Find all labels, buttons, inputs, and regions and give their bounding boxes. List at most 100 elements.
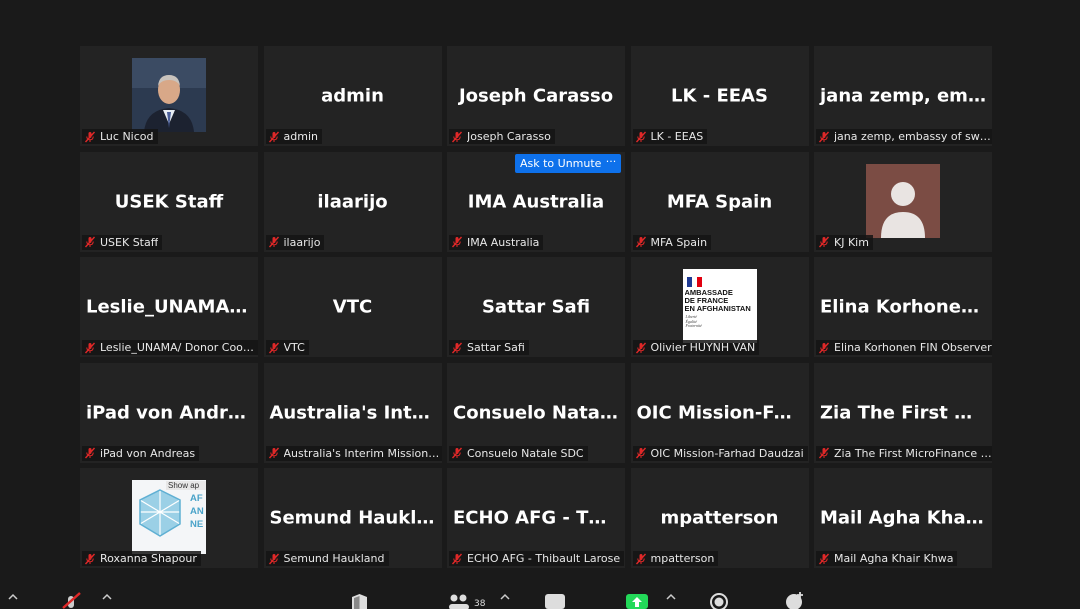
meeting-toolbar: 38 (0, 590, 1080, 609)
participant-name-label: jana zemp, embassy of switzerland (816, 129, 992, 144)
microphone-muted-icon (451, 131, 463, 142)
participant-tile[interactable]: Joseph Carasso Joseph Carasso (447, 46, 625, 146)
record-icon[interactable] (710, 593, 728, 609)
participant-display-name: mpatterson (660, 507, 779, 529)
participant-display-name: Joseph Carasso (458, 85, 614, 107)
participant-tile[interactable]: admin admin (263, 46, 442, 146)
participant-display-name: Zia The First MicroFinance Bank (820, 402, 992, 423)
participant-tile[interactable]: OIC Mission-Farhad Daudzai OIC Mission-Fa… (630, 362, 809, 463)
security-shield-icon[interactable] (351, 594, 368, 609)
participant-name-text: Leslie_UNAMA/ Donor Coordination (100, 341, 258, 354)
participant-tile[interactable]: IMA Australia Ask to Unmute ··· IMA Austral… (447, 151, 625, 252)
microphone-muted-icon (818, 131, 830, 142)
participant-display-name: IMA Australia (467, 191, 605, 212)
participant-tile[interactable]: jana zemp, embassy of switzerland jana ze… (814, 46, 992, 146)
microphone-muted-icon (818, 553, 830, 564)
microphone-muted-icon (635, 236, 646, 248)
participant-name-label: mpatterson (632, 551, 719, 566)
participant-name-text: LK - EEAS (650, 130, 704, 143)
logo-overlay-text: Show ap (166, 481, 206, 490)
participant-tile[interactable]: Elina Korhonen FIN Observer Elina Korhone… (814, 257, 992, 357)
microphone-muted-icon (635, 553, 646, 564)
microphone-muted-icon (84, 236, 96, 248)
participant-tile[interactable]: LK - EEAS LK - EEAS (630, 46, 809, 146)
reactions-icon[interactable] (785, 592, 805, 609)
participant-tile[interactable]: VTC VTC (263, 257, 442, 357)
participant-tile[interactable]: Zia The First MicroFinance Bank Zia The F… (814, 362, 992, 463)
participant-tile[interactable]: MFA Spain MFA Spain (630, 151, 809, 252)
participant-display-name: VTC (332, 296, 373, 318)
ask-to-unmute-button[interactable]: Ask to Unmute (515, 153, 607, 173)
microphone-muted-icon (635, 131, 646, 142)
share-screen-icon[interactable] (626, 594, 648, 609)
mute-caret-icon[interactable] (8, 592, 18, 600)
microphone-muted-icon (84, 342, 96, 353)
participant-name-label: iPad von Andreas (82, 445, 200, 461)
participant-tile[interactable]: ilaarijo ilaarijo (263, 151, 442, 252)
participant-tile[interactable]: Show ap AF AN NE Roxanna Shapour (80, 468, 258, 568)
participant-tile[interactable]: Consuelo Natale SDC Consuelo Natale SDC (447, 362, 625, 463)
participant-name-text: Olivier HUYNH VAN (650, 341, 756, 354)
participants-icon[interactable] (448, 594, 470, 609)
participant-name-label: Zia The First MicroFinance Bank (816, 445, 992, 461)
participant-display-name: USEK Staff (114, 191, 224, 212)
participant-name-label: Mail Agha Khair Khwa (816, 551, 958, 566)
participant-name-text: Semund Haukland (283, 552, 385, 565)
participant-tile[interactable]: Australia's Interim Mission of Afghanist… (263, 362, 442, 463)
microphone-muted-icon[interactable] (60, 592, 82, 609)
participant-name-text: Sattar Safi (467, 341, 525, 354)
participant-name-label: Australia's Interim Mission of Afghanist… (265, 445, 442, 461)
share-caret-icon[interactable] (666, 592, 676, 600)
microphone-muted-icon (451, 447, 463, 459)
participant-display-name: ECHO AFG - Thibault Larose (453, 507, 625, 529)
participant-display-name: Australia's Interim Mission of Afghanist… (269, 402, 442, 423)
logo-side-text: AF AN NE (190, 493, 204, 530)
participant-tile[interactable]: Mail Agha Khair Khwa Mail Agha Khair Khwa (814, 468, 992, 568)
participant-tile[interactable]: AMBASSADE DE FRANCE EN AFGHANISTAN Libert… (630, 257, 809, 357)
audio-caret-icon[interactable] (102, 592, 112, 600)
participant-tile[interactable]: Semund Haukland Semund Haukland (263, 468, 442, 568)
participant-name-text: KJ Kim (834, 235, 869, 249)
french-flag-icon (686, 277, 703, 287)
participant-tile[interactable]: iPad von Andreas iPad von Andreas (80, 362, 258, 463)
participant-display-name: Mail Agha Khair Khwa (820, 507, 992, 529)
participant-display-name: ilaarijo (317, 191, 388, 212)
participant-tile[interactable]: mpatterson mpatterson (630, 468, 809, 568)
participants-caret-icon[interactable] (500, 592, 510, 600)
participant-display-name: LK - EEAS (671, 85, 768, 107)
participant-display-name: jana zemp, embassy of switzerland (820, 85, 992, 107)
participant-tile[interactable]: Sattar Safi Sattar Safi (447, 257, 625, 357)
microphone-muted-icon (818, 447, 830, 459)
participant-display-name: admin (321, 85, 384, 107)
organization-logo: Show ap AF AN NE (132, 480, 206, 554)
microphone-muted-icon (451, 342, 463, 353)
participant-name-text: Zia The First MicroFinance Bank (834, 446, 992, 460)
participant-tile[interactable]: KJ Kim (814, 151, 992, 252)
participant-video (132, 58, 206, 132)
participant-tile[interactable]: USEK Staff USEK Staff (80, 151, 258, 252)
participant-name-text: Roxanna Shapour (100, 552, 197, 565)
participant-tile[interactable]: Luc Nicod (80, 46, 258, 146)
participant-display-name: MFA Spain (666, 191, 773, 212)
participant-name-label: VTC (265, 340, 309, 355)
chat-icon[interactable] (545, 594, 565, 609)
embassy-motto: Liberté Égalité Fraternité (685, 314, 702, 328)
participant-tile[interactable]: Leslie_UNAMA/ Donor Coordination Leslie_U… (80, 257, 258, 357)
participant-tile[interactable]: ECHO AFG - Thibault Larose ECHO AFG - Thi… (447, 468, 625, 568)
microphone-muted-icon (84, 553, 96, 564)
participant-count: 38 (474, 599, 486, 609)
microphone-muted-icon (84, 131, 96, 142)
participant-name-label: Sattar Safi (449, 340, 529, 355)
participant-name-text: Joseph Carasso (467, 130, 551, 143)
participant-name-text: OIC Mission-Farhad Daudzai (650, 446, 804, 460)
participant-name-text: Elina Korhonen FIN Observer (834, 341, 992, 354)
participant-name-label: admin (265, 129, 322, 144)
participant-name-text: Consuelo Natale SDC (467, 446, 584, 460)
more-options-button[interactable]: ··· (601, 153, 621, 173)
microphone-muted-icon (818, 342, 830, 353)
participant-name-label: Semund Haukland (265, 551, 389, 566)
microphone-muted-icon (268, 342, 279, 353)
microphone-muted-icon (268, 447, 279, 459)
participant-name-label: Joseph Carasso (449, 129, 555, 144)
video-gallery: Luc Nicod admin admin Joseph Carasso Joseph … (80, 46, 992, 570)
